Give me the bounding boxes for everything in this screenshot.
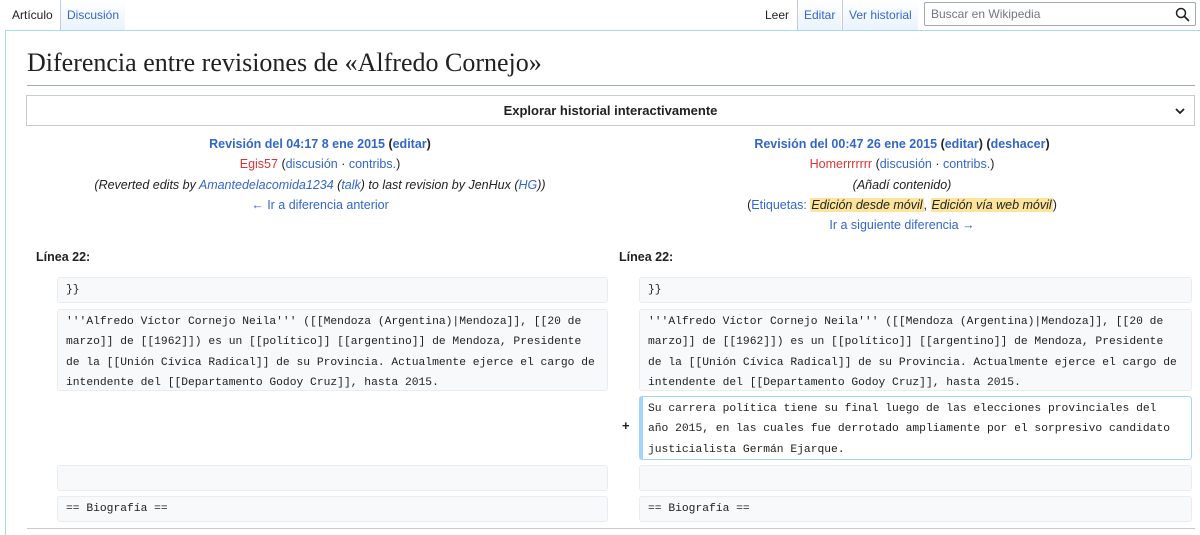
right-user-link[interactable]: Homerrrrrrr bbox=[810, 157, 872, 171]
tag-mobile-edit: Edición desde móvil bbox=[810, 197, 924, 212]
right-context-line-2: '''Alfredo Víctor Cornejo Neila''' ([[Me… bbox=[639, 309, 1192, 391]
title-divider bbox=[27, 85, 1195, 86]
right-undo-link[interactable]: deshacer bbox=[991, 137, 1046, 151]
right-edit-link[interactable]: editar bbox=[945, 137, 979, 151]
bottom-divider bbox=[27, 528, 1195, 529]
tab-view-history[interactable]: Ver historial bbox=[842, 0, 918, 30]
right-line-number: Línea 22: bbox=[619, 250, 674, 264]
next-diff-link[interactable]: Ir a siguiente diferencia → bbox=[829, 218, 974, 232]
left-edit-summary: (Reverted edits by Amantedelacomida1234 … bbox=[94, 177, 546, 192]
right-revision-header: Revisión del 00:47 26 ene 2015 (editar) … bbox=[612, 134, 1192, 235]
previous-diff-link[interactable]: ← Ir a diferencia anterior bbox=[251, 198, 389, 212]
top-navigation: Artículo Discusión Leer Editar Ver histo… bbox=[0, 0, 1200, 31]
tab-underline bbox=[6, 30, 125, 31]
tab-read[interactable]: Leer bbox=[759, 0, 796, 30]
tags-link[interactable]: Etiquetas: bbox=[751, 198, 810, 212]
chevron-down-icon bbox=[1175, 108, 1185, 115]
tab-discussion[interactable]: Discusión bbox=[60, 0, 126, 30]
summary-tool-link[interactable]: HG bbox=[519, 178, 538, 192]
search-input[interactable] bbox=[925, 3, 1177, 25]
right-user-talk-link[interactable]: discusión bbox=[880, 157, 932, 171]
tab-edit[interactable]: Editar bbox=[797, 0, 842, 30]
tab-article[interactable]: Artículo bbox=[6, 0, 59, 30]
right-user-contribs-link[interactable]: contribs. bbox=[943, 157, 990, 171]
summary-talk-link[interactable]: talk bbox=[341, 178, 360, 192]
explore-history-toggle[interactable]: Explorar historial interactivamente bbox=[26, 95, 1195, 126]
right-tags: (Etiquetas: Edición desde móvil, Edición… bbox=[747, 197, 1057, 212]
left-line-number: Línea 22: bbox=[36, 250, 91, 264]
summary-user-link[interactable]: Amantedelacomida1234 bbox=[199, 178, 334, 192]
left-context-line-4: == Biografía == bbox=[57, 496, 608, 522]
right-revision-link[interactable]: Revisión del 00:47 26 ene 2015 bbox=[754, 137, 937, 151]
left-context-line-2: '''Alfredo Víctor Cornejo Neila''' ([[Me… bbox=[57, 309, 608, 391]
search-icon[interactable] bbox=[1175, 7, 1190, 22]
right-context-line-1: }} bbox=[639, 277, 1192, 303]
added-line-marker: + bbox=[622, 418, 630, 433]
search-box bbox=[924, 2, 1196, 26]
added-line: Su carrera política tiene su final luego… bbox=[639, 396, 1192, 460]
left-user-contribs-link[interactable]: contribs. bbox=[349, 157, 396, 171]
right-edit-summary: (Añadí contenido) bbox=[852, 177, 952, 192]
left-revision-link[interactable]: Revisión del 04:17 8 ene 2015 bbox=[209, 137, 385, 151]
left-context-line-1: }} bbox=[57, 277, 608, 303]
left-empty-line bbox=[57, 465, 608, 491]
left-user-talk-link[interactable]: discusión bbox=[286, 157, 338, 171]
left-user-link[interactable]: Egis57 bbox=[240, 157, 278, 171]
right-context-line-4: == Biografía == bbox=[639, 496, 1192, 522]
tag-mobile-web-edit: Edición vía web móvil bbox=[930, 197, 1053, 212]
left-edit-link[interactable]: editar bbox=[393, 137, 427, 151]
left-revision-header: Revisión del 04:17 8 ene 2015 (editar) E… bbox=[30, 134, 610, 215]
right-empty-line bbox=[639, 465, 1192, 491]
explore-history-label: Explorar historial interactivamente bbox=[503, 103, 718, 118]
page-title: Diferencia entre revisiones de «Alfredo … bbox=[27, 48, 542, 77]
